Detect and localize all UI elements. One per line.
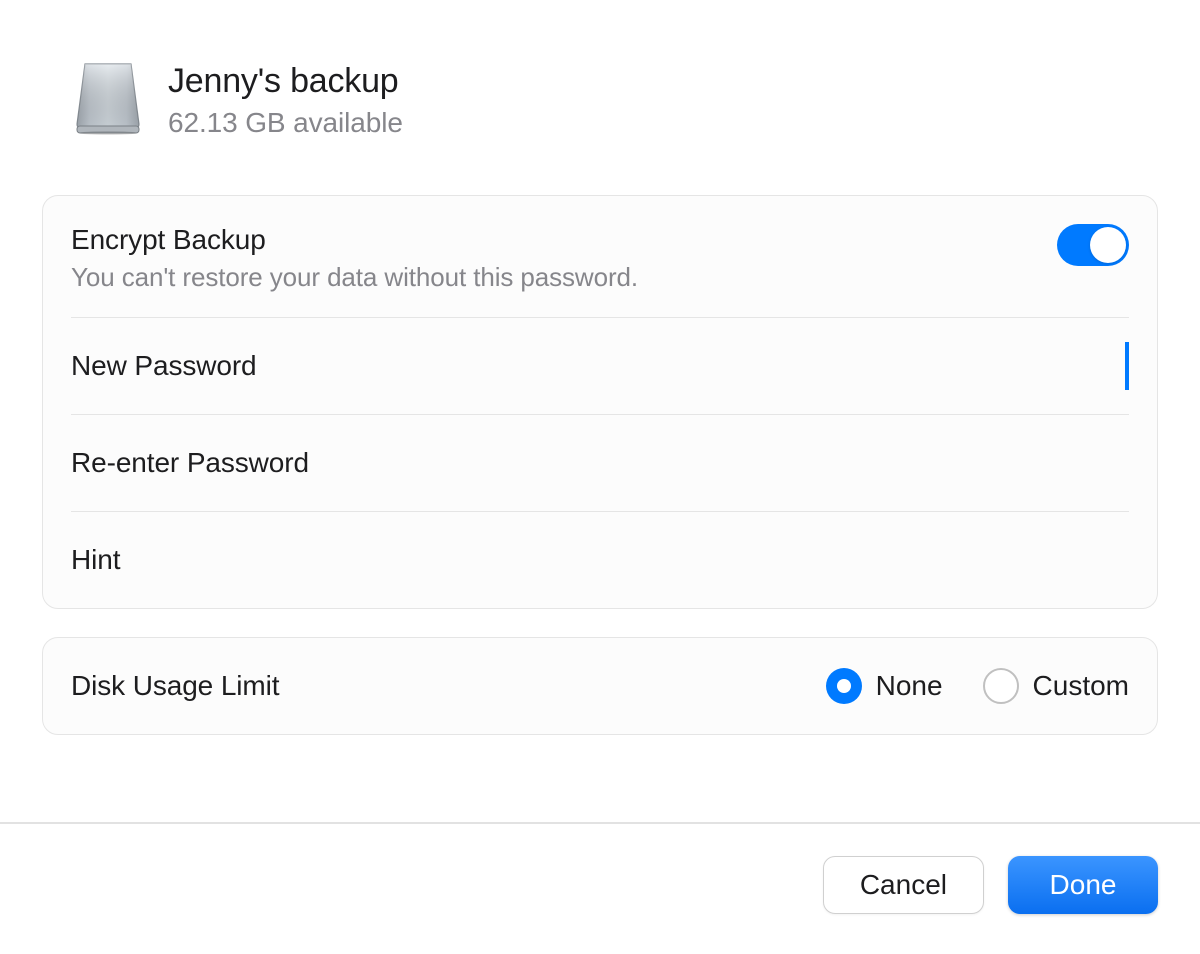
reenter-password-label: Re-enter Password (71, 447, 309, 479)
encrypt-backup-toggle[interactable] (1057, 224, 1129, 266)
new-password-input[interactable] (297, 342, 1129, 390)
hint-row: Hint (43, 512, 1157, 608)
disk-available: 62.13 GB available (168, 107, 403, 139)
radio-label-none: None (876, 670, 943, 702)
disk-title: Jenny's backup (168, 62, 403, 101)
disk-usage-none-option[interactable]: None (826, 668, 943, 704)
disk-header: Jenny's backup 62.13 GB available (42, 60, 1158, 139)
new-password-label: New Password (71, 350, 257, 382)
disk-icon (72, 60, 144, 136)
radio-label-custom: Custom (1033, 670, 1129, 702)
radio-icon (826, 668, 862, 704)
disk-usage-panel: Disk Usage Limit None Custom (42, 637, 1158, 735)
disk-usage-radio-group: None Custom (826, 668, 1129, 704)
disk-usage-custom-option[interactable]: Custom (983, 668, 1129, 704)
hint-label: Hint (71, 544, 120, 576)
footer: Cancel Done (0, 822, 1200, 954)
disk-usage-label: Disk Usage Limit (71, 670, 279, 702)
disk-usage-row: Disk Usage Limit None Custom (43, 638, 1157, 734)
encryption-panel: Encrypt Backup You can't restore your da… (42, 195, 1158, 609)
reenter-password-input[interactable] (349, 439, 1129, 487)
encrypt-backup-row: Encrypt Backup You can't restore your da… (43, 196, 1157, 317)
radio-icon (983, 668, 1019, 704)
encrypt-backup-sublabel: You can't restore your data without this… (71, 262, 638, 293)
reenter-password-row: Re-enter Password (43, 415, 1157, 511)
cancel-button[interactable]: Cancel (823, 856, 984, 914)
encrypt-backup-label: Encrypt Backup (71, 224, 638, 256)
done-button[interactable]: Done (1008, 856, 1158, 914)
new-password-row: New Password (43, 318, 1157, 414)
hint-input[interactable] (160, 536, 1129, 584)
